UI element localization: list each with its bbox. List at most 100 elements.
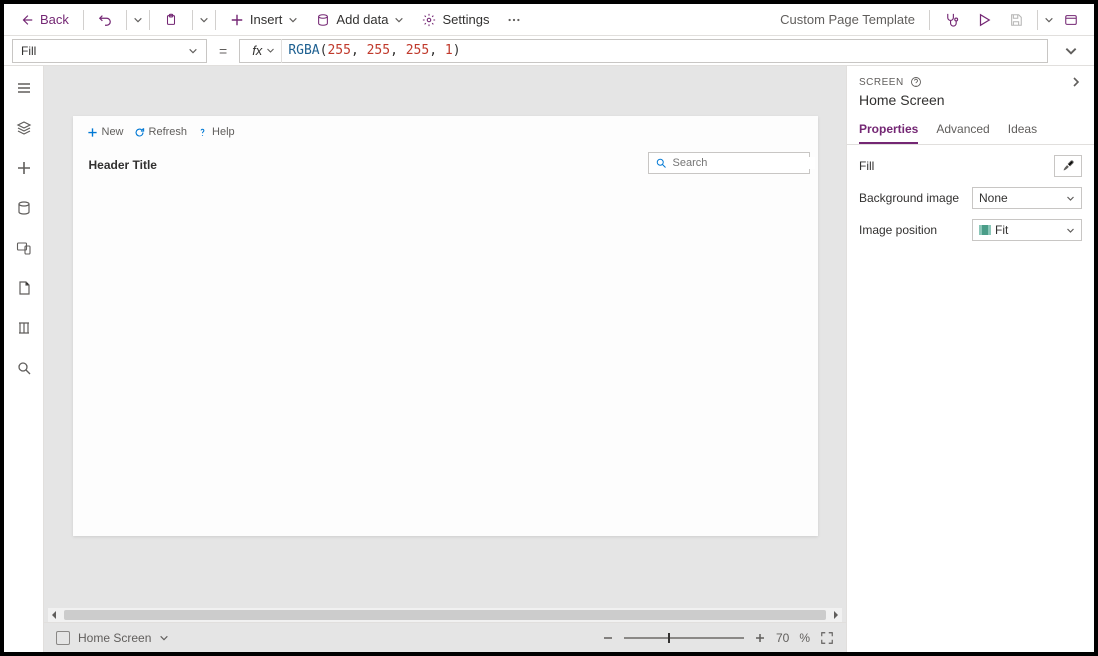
back-button[interactable]: Back [12, 8, 77, 31]
document-icon [16, 280, 32, 296]
undo-split-chevron[interactable] [133, 12, 143, 28]
canvas-area: New Refresh Help Header Title [44, 66, 846, 652]
fx-button[interactable]: fx [246, 39, 282, 63]
info-icon[interactable] [910, 76, 922, 88]
tools-rail-button[interactable] [8, 312, 40, 344]
hamburger-button[interactable] [8, 72, 40, 104]
scroll-left-button[interactable] [48, 608, 62, 622]
media-rail-button[interactable] [8, 232, 40, 264]
help-label: Help [212, 126, 235, 138]
search-rail-button[interactable] [8, 352, 40, 384]
property-select-value: Fill [21, 44, 36, 58]
color-picker-icon [1061, 159, 1075, 173]
tab-ideas[interactable]: Ideas [1008, 116, 1037, 144]
prop-bgimage-row: Background image None [859, 187, 1082, 209]
fit-to-screen-button[interactable] [820, 631, 834, 645]
imagepos-value: Fit [995, 223, 1008, 237]
zoom-out-button[interactable] [602, 632, 614, 644]
screen-name-label: Home Screen [78, 631, 151, 645]
help-button[interactable]: Help [197, 126, 235, 138]
hamburger-icon [16, 80, 32, 96]
settings-button[interactable]: Settings [414, 8, 497, 31]
properties-tabs: Properties Advanced Ideas [847, 116, 1094, 145]
scroll-track[interactable] [64, 610, 826, 620]
paste-split-chevron[interactable] [199, 12, 209, 28]
canvas-scroll[interactable]: New Refresh Help Header Title [44, 66, 846, 608]
prop-bgimage-label: Background image [859, 191, 959, 205]
page-toolbar: New Refresh Help [87, 126, 235, 138]
properties-header: SCREEN [847, 66, 1094, 92]
publish-button[interactable] [1056, 9, 1086, 31]
tab-advanced[interactable]: Advanced [936, 116, 989, 144]
variables-rail-button[interactable] [8, 272, 40, 304]
object-name: Home Screen [847, 92, 1094, 116]
prop-imagepos-label: Image position [859, 223, 937, 237]
back-label: Back [40, 12, 69, 27]
command-bar: Back Insert [4, 4, 1094, 36]
properties-panel: SCREEN Home Screen Properties Advanced I… [846, 66, 1094, 652]
prop-imagepos-row: Image position Fit [859, 219, 1082, 241]
play-button[interactable] [969, 9, 999, 31]
zoom-in-button[interactable] [754, 632, 766, 644]
chevron-down-icon [266, 46, 275, 55]
layers-icon [16, 120, 32, 136]
tab-properties[interactable]: Properties [859, 116, 918, 144]
undo-icon [98, 13, 112, 27]
settings-label: Settings [442, 12, 489, 27]
object-kind: SCREEN [859, 76, 922, 88]
refresh-icon [134, 127, 145, 138]
insert-button[interactable]: Insert [222, 8, 307, 31]
tree-view-button[interactable] [8, 112, 40, 144]
properties-body: Fill Background image None Image positio… [847, 145, 1094, 251]
fill-color-picker[interactable] [1054, 155, 1082, 177]
chevron-down-icon [1064, 44, 1078, 58]
new-button[interactable]: New [87, 126, 124, 138]
bgimage-dropdown[interactable]: None [972, 187, 1082, 209]
scroll-right-button[interactable] [828, 608, 842, 622]
insert-label: Insert [250, 12, 283, 27]
chevron-down-icon[interactable] [159, 633, 169, 643]
database-icon [16, 200, 32, 216]
equals-sign: = [215, 43, 231, 59]
help-icon [197, 127, 208, 138]
save-button[interactable] [1001, 9, 1031, 31]
page-title: Custom Page Template [780, 12, 923, 27]
app-window: Back Insert [0, 0, 1098, 656]
undo-button[interactable] [90, 9, 120, 31]
insert-rail-button[interactable] [8, 152, 40, 184]
add-data-label: Add data [336, 12, 388, 27]
design-page[interactable]: New Refresh Help Header Title [73, 116, 818, 536]
image-fit-icon [979, 225, 991, 235]
search-box[interactable] [648, 152, 810, 174]
chevron-down-icon [394, 15, 404, 25]
formula-expand-button[interactable] [1056, 44, 1086, 58]
search-icon [16, 360, 32, 376]
paste-icon [164, 13, 178, 27]
property-select[interactable]: Fill [12, 39, 207, 63]
header-title: Header Title [89, 158, 157, 172]
save-icon [1009, 13, 1023, 27]
refresh-button[interactable]: Refresh [134, 126, 188, 138]
search-input[interactable] [673, 157, 815, 169]
horizontal-scrollbar[interactable] [48, 608, 842, 622]
arrow-left-icon [20, 13, 34, 27]
imagepos-dropdown[interactable]: Fit [972, 219, 1082, 241]
more-icon [507, 13, 521, 27]
search-icon [655, 157, 667, 169]
collapse-panel-button[interactable] [1070, 76, 1082, 88]
play-icon [977, 13, 991, 27]
app-checker-button[interactable] [936, 8, 967, 31]
zoom-unit: % [799, 631, 810, 645]
add-data-button[interactable]: Add data [308, 8, 412, 31]
save-split-chevron[interactable] [1044, 12, 1054, 28]
paste-button[interactable] [156, 9, 186, 31]
plus-icon [16, 160, 32, 176]
bgimage-value: None [979, 191, 1008, 205]
formula-input[interactable]: RGBA(255, 255, 255, 1) [288, 43, 1041, 58]
formula-input-wrapper: fx RGBA(255, 255, 255, 1) [239, 39, 1048, 63]
more-button[interactable] [499, 9, 529, 31]
zoom-controls: 70 % [602, 631, 834, 645]
zoom-slider[interactable] [624, 637, 744, 639]
screen-checkbox[interactable] [56, 631, 70, 645]
data-rail-button[interactable] [8, 192, 40, 224]
